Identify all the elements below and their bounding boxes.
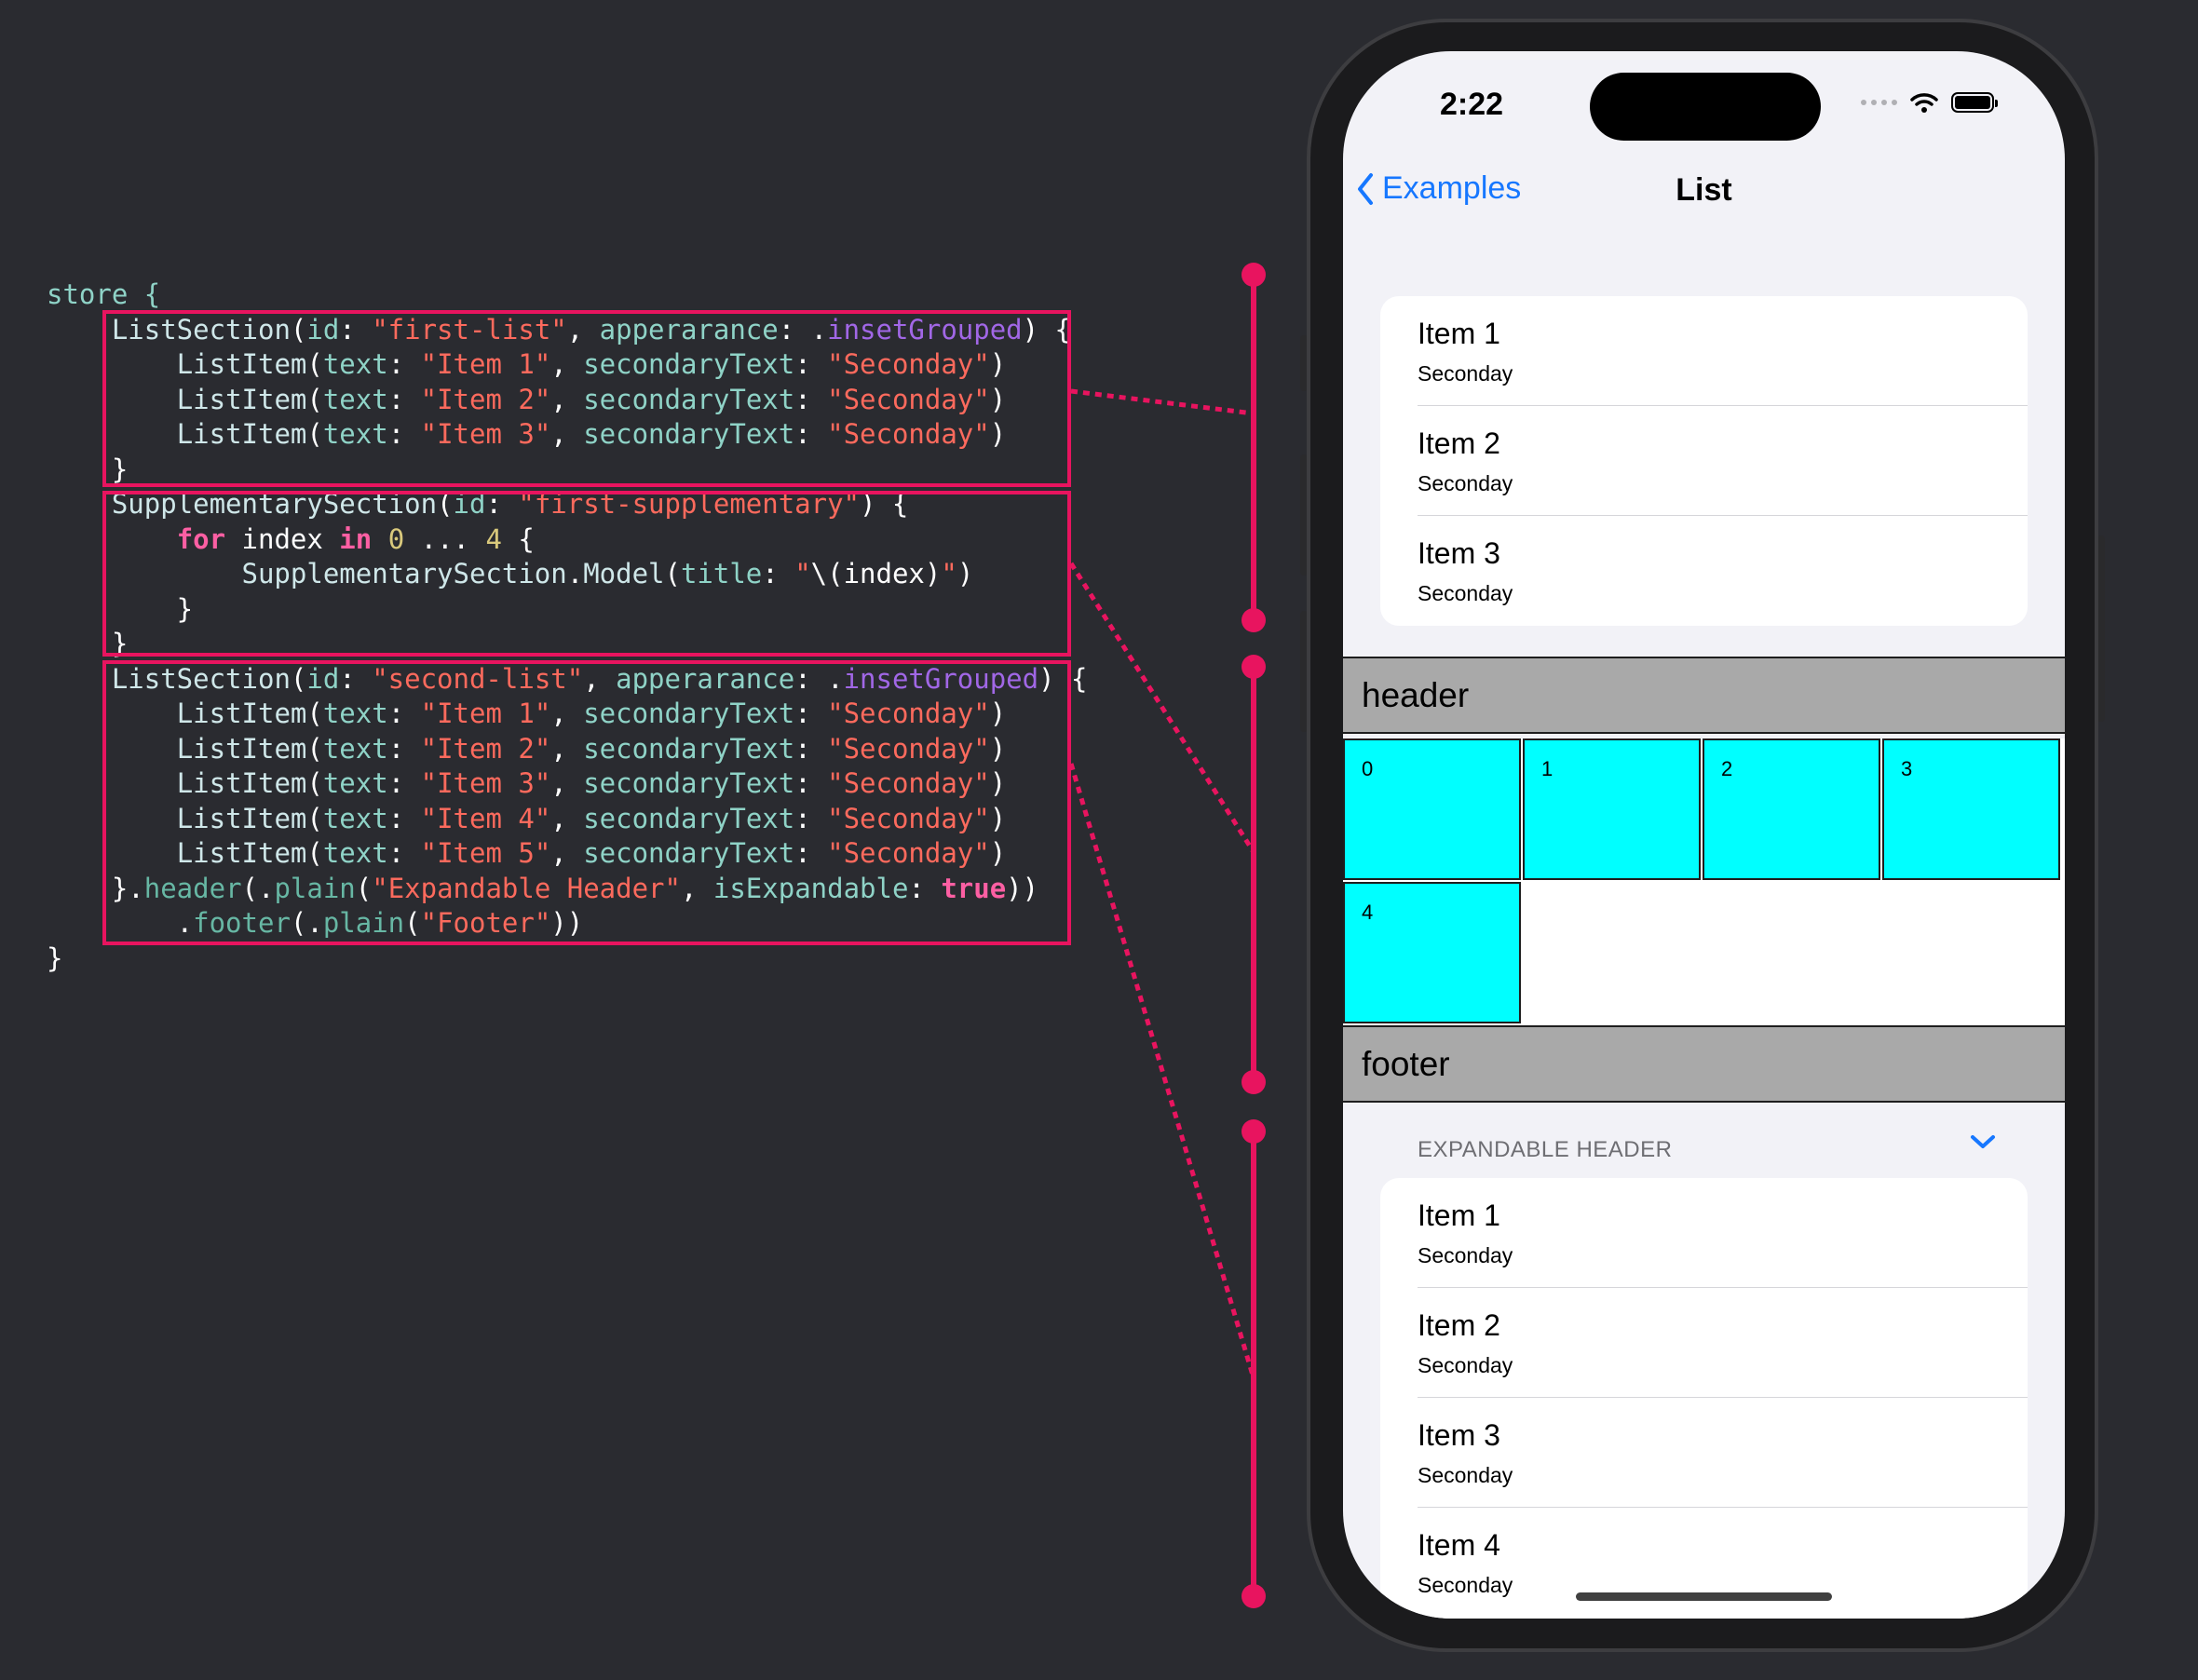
- connector-first-list: [1070, 388, 1255, 416]
- list-item-text: Item 1: [1418, 317, 1500, 350]
- status-time: 2:22: [1440, 87, 1504, 122]
- list-item-secondary: Seconday: [1418, 361, 1513, 386]
- supplementary-footer: footer: [1343, 1025, 2065, 1103]
- supplementary-tile[interactable]: 4: [1343, 882, 1521, 1023]
- home-indicator: [1576, 1592, 1832, 1601]
- first-list-card: Item 1 Seconday Item 2 Seconday Item 3 S…: [1380, 296, 2028, 626]
- supplementary-tile[interactable]: 1: [1523, 738, 1701, 880]
- supplementary-footer-label: footer: [1362, 1045, 1450, 1083]
- list-item-text: Item 3: [1418, 1418, 1500, 1452]
- bracket-dot: [1241, 1119, 1266, 1144]
- tile-label: 4: [1362, 901, 1374, 924]
- list-item-text: Item 2: [1418, 427, 1500, 460]
- connector-supplementary: [1068, 562, 1256, 854]
- battery-icon: [1951, 92, 1998, 113]
- tile-label: 2: [1721, 757, 1733, 780]
- supplementary-tile[interactable]: 2: [1703, 738, 1880, 880]
- bracket-dot: [1241, 608, 1266, 632]
- tile-label: 3: [1901, 757, 1913, 780]
- supplementary-header: header: [1343, 657, 2065, 734]
- wifi-icon: [1910, 93, 1938, 113]
- list-item[interactable]: Item 2 Seconday: [1380, 406, 2028, 516]
- second-list-card: Item 1 Seconday Item 2 Seconday Item 3 S…: [1380, 1178, 2028, 1619]
- bracket-dot: [1241, 1070, 1266, 1094]
- bracket-dot: [1241, 263, 1266, 287]
- tile-label: 1: [1541, 757, 1554, 780]
- list-item-secondary: Seconday: [1418, 1463, 1513, 1487]
- list-item[interactable]: Item 3 Seconday: [1380, 516, 2028, 626]
- supplementary-tile[interactable]: 3: [1882, 738, 2060, 880]
- supplementary-tile[interactable]: 0: [1343, 738, 1521, 880]
- supplementary-grid: 0 1 2 3 4: [1343, 738, 2065, 1027]
- list-item-secondary: Seconday: [1418, 581, 1513, 605]
- list-item-text: Item 3: [1418, 536, 1500, 570]
- connector-second-list: [1068, 763, 1256, 1379]
- side-button: [2097, 535, 2105, 722]
- signal-dots-icon: [1861, 100, 1897, 105]
- bracket-dot: [1241, 655, 1266, 679]
- list-item-text: Item 1: [1418, 1199, 1500, 1232]
- list-item[interactable]: Item 1 Seconday: [1380, 1178, 2028, 1288]
- supplementary-header-label: header: [1362, 676, 1470, 714]
- list-item[interactable]: Item 3 Seconday: [1380, 1398, 2028, 1508]
- chevron-down-icon[interactable]: [1967, 1131, 1999, 1152]
- list-item-secondary: Seconday: [1418, 471, 1513, 495]
- list-item-secondary: Seconday: [1418, 1243, 1513, 1267]
- nav-title: List: [1676, 172, 1732, 208]
- list-item-text: Item 2: [1418, 1308, 1500, 1342]
- list-item[interactable]: Item 2 Seconday: [1380, 1288, 2028, 1398]
- list-item-secondary: Seconday: [1418, 1573, 1513, 1597]
- dynamic-island: [1590, 73, 1821, 141]
- list-item[interactable]: Item 4 Seconday: [1380, 1508, 2028, 1618]
- list-item-secondary: Seconday: [1418, 1353, 1513, 1377]
- tile-label: 0: [1362, 757, 1374, 780]
- list-item-text: Item 4: [1418, 1528, 1500, 1562]
- phone-screen: 2:22 Examples List Item 1 Seconday Item …: [1343, 51, 2065, 1619]
- status-icons: [1861, 92, 1998, 113]
- list-item[interactable]: Item 1 Seconday: [1380, 296, 2028, 406]
- expandable-header[interactable]: EXPANDABLE HEADER: [1418, 1137, 1672, 1163]
- bracket-dot: [1241, 1584, 1266, 1608]
